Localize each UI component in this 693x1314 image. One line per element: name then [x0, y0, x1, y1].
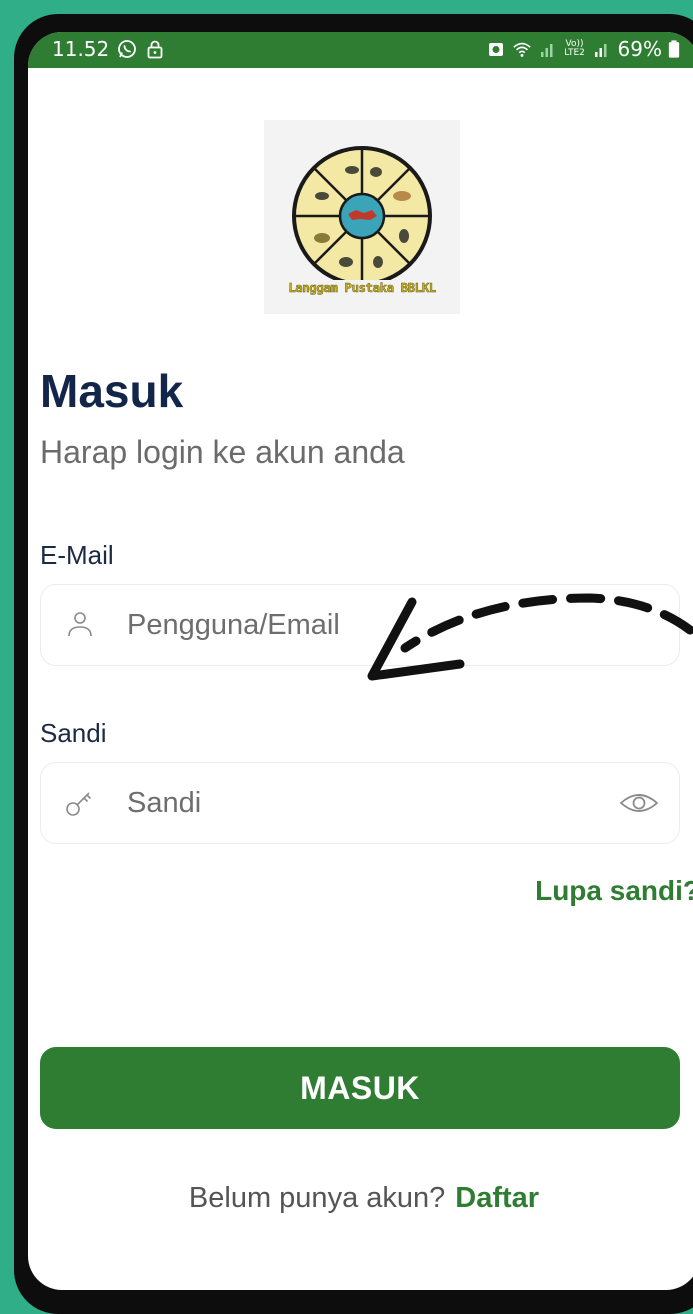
battery-icon [668, 40, 680, 58]
user-icon [68, 612, 92, 637]
email-field[interactable] [40, 584, 680, 666]
register-row: Belum punya akun? Daftar [28, 1182, 693, 1215]
forgot-password-link[interactable]: Lupa sandi? [535, 875, 693, 907]
status-bar-right: Vo)) LTE2 69% [486, 37, 680, 61]
insect-wheel-emblem [292, 146, 432, 286]
app-logo: Langgam Pustaka BBLKL [264, 120, 460, 314]
email-label: E-Mail [40, 540, 114, 570]
login-button[interactable]: MASUK [40, 1047, 680, 1129]
phone-screen: 11.52 Vo)) LTE2 69% Langgam Pustaka BBLK… [28, 32, 693, 1290]
logo-caption: Langgam Pustaka BBLKL [288, 280, 437, 296]
volte-indicator: Vo)) LTE2 [564, 39, 585, 58]
password-input[interactable] [127, 763, 597, 843]
page-subtitle: Harap login ke akun anda [40, 434, 405, 470]
email-input[interactable] [127, 585, 597, 665]
status-bar: 11.52 Vo)) LTE2 69% [28, 32, 693, 68]
wifi-icon [512, 42, 531, 57]
signal-icon [594, 44, 607, 57]
password-field[interactable] [40, 762, 680, 844]
page-title: Masuk [40, 365, 184, 417]
battery-percent: 69% [617, 37, 662, 61]
key-icon [66, 792, 92, 816]
register-prompt: Belum punya akun? [188, 1182, 446, 1214]
status-bar-left: 11.52 [52, 37, 165, 61]
status-time: 11.52 [52, 37, 110, 61]
signal-icon [540, 44, 553, 57]
password-label: Sandi [40, 718, 107, 748]
battery-saver-icon [488, 43, 503, 56]
whatsapp-icon [118, 40, 137, 58]
eye-icon[interactable] [619, 787, 659, 819]
register-link[interactable]: Daftar [455, 1182, 539, 1214]
lock-icon [147, 40, 163, 59]
